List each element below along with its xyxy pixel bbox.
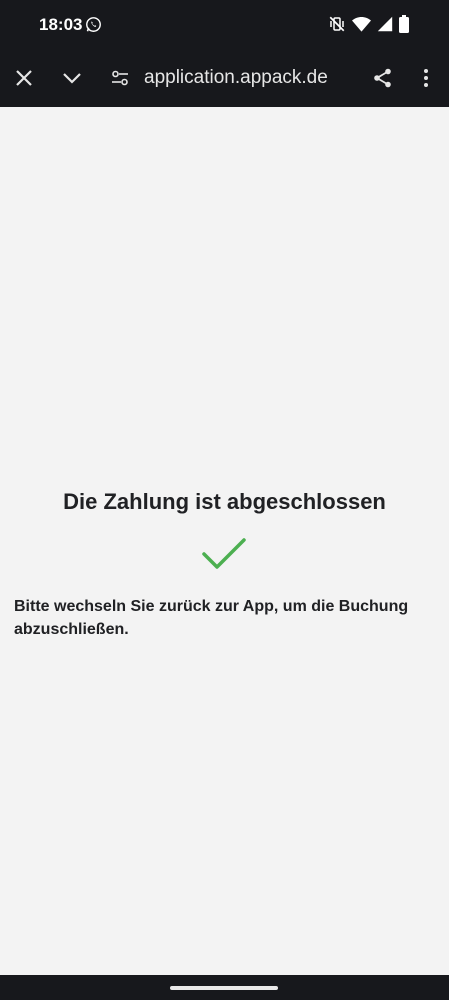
- more-vert-icon: [424, 69, 428, 87]
- status-bar: 18:03: [0, 0, 449, 50]
- share-icon: [374, 68, 391, 88]
- checkmark-icon: [202, 538, 246, 569]
- close-button[interactable]: [10, 64, 38, 92]
- site-settings-button[interactable]: [106, 64, 134, 92]
- whatsapp-icon: [86, 17, 101, 32]
- page-content: Die Zahlung ist abgeschlossen Bitte wech…: [0, 107, 449, 975]
- page-title: Die Zahlung ist abgeschlossen: [63, 489, 386, 514]
- wifi-icon: [352, 16, 371, 32]
- share-button[interactable]: [369, 64, 397, 92]
- battery-icon: [399, 15, 409, 33]
- minimize-button[interactable]: [58, 64, 86, 92]
- navigation-bar: [0, 975, 449, 1000]
- url-bar[interactable]: application.appack.de: [144, 67, 328, 89]
- more-options-button[interactable]: [412, 64, 440, 92]
- close-icon: [16, 70, 32, 86]
- home-gesture-handle[interactable]: [170, 986, 278, 990]
- instruction-message: Bitte wechseln Sie zurück zur App, um di…: [14, 598, 409, 638]
- chevron-down-icon: [63, 73, 81, 84]
- browser-toolbar: application.appack.de: [0, 50, 449, 107]
- mute-vibrate-icon: [329, 16, 345, 32]
- cell-signal-icon: [377, 16, 393, 32]
- site-settings-icon: [112, 70, 128, 86]
- status-time: 18:03: [39, 15, 83, 34]
